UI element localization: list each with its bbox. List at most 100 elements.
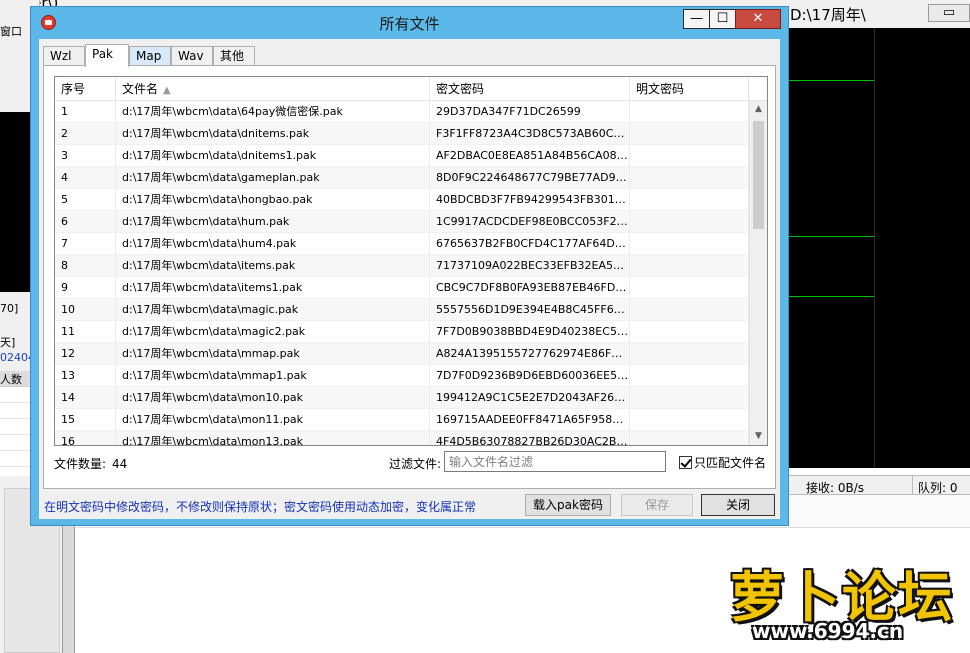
sort-ascending-icon: ▲ bbox=[163, 85, 171, 96]
table-row[interactable]: 3 d:\17周年\wbcm\data\dnitems1.pak AF2DBAC0E… bbox=[55, 145, 749, 167]
cell-plain-password[interactable] bbox=[630, 255, 749, 277]
cell-cipher-password: 199412A9C1C5E2E7D2043AF269D3... bbox=[430, 387, 630, 409]
background-label: 窗口 bbox=[0, 25, 22, 38]
cell-no: 15 bbox=[55, 409, 116, 431]
column-header-no[interactable]: 序号 bbox=[55, 77, 116, 101]
cell-plain-password[interactable] bbox=[630, 299, 749, 321]
cell-no: 6 bbox=[55, 211, 116, 233]
tab-pak[interactable]: Pak bbox=[85, 44, 129, 67]
cell-no: 12 bbox=[55, 343, 116, 365]
save-button[interactable]: 保存 bbox=[621, 494, 693, 516]
cell-cipher-password: 40BDCBD3F7FB94299543FB3016C6... bbox=[430, 189, 630, 211]
background-lower-scrollbar[interactable] bbox=[62, 520, 74, 653]
cell-filename: d:\17周年\wbcm\data\hum.pak bbox=[116, 211, 430, 233]
cell-plain-password[interactable] bbox=[630, 211, 749, 233]
background-label: 70] bbox=[0, 302, 19, 315]
filter-input[interactable] bbox=[444, 451, 666, 472]
status-separator bbox=[912, 476, 913, 496]
table-row[interactable]: 10 d:\17周年\wbcm\data\magic.pak 5557556D1D9… bbox=[55, 299, 749, 321]
cell-plain-password[interactable] bbox=[630, 145, 749, 167]
cell-plain-password[interactable] bbox=[630, 365, 749, 387]
table-row[interactable]: 2 d:\17周年\wbcm\data\dnitems.pak F3F1FF8723… bbox=[55, 123, 749, 145]
cell-no: 2 bbox=[55, 123, 116, 145]
file-list-rows: 1 d:\17周年\wbcm\data\64pay微信密保.pak 29D37DA3… bbox=[55, 101, 749, 445]
scroll-thumb[interactable] bbox=[753, 121, 764, 229]
cell-plain-password[interactable] bbox=[630, 431, 749, 445]
tab-wav[interactable]: Wav bbox=[171, 46, 213, 66]
cell-filename: d:\17周年\wbcm\data\magic2.pak bbox=[116, 321, 430, 343]
load-pak-password-button[interactable]: 载入pak密码 bbox=[525, 494, 611, 516]
scroll-down-icon[interactable]: ▼ bbox=[750, 428, 767, 445]
match-filename-checkbox[interactable]: 只匹配文件名 bbox=[679, 454, 766, 471]
tab-wzl[interactable]: Wzl bbox=[43, 46, 85, 66]
cell-plain-password[interactable] bbox=[630, 123, 749, 145]
column-header-filename-label: 文件名 bbox=[122, 82, 159, 96]
hint-text: 在明文密码中修改密码，不修改则保持原状；密文密码使用动态加密，变化属正常 bbox=[44, 500, 477, 514]
watermark-url: www.6994.cn bbox=[752, 619, 904, 643]
file-list-header: 序号 文件名 ▲ 密文密码 明文密码 bbox=[55, 77, 767, 101]
table-row[interactable]: 14 d:\17周年\wbcm\data\mon10.pak 199412A9C1C… bbox=[55, 387, 749, 409]
graph-line bbox=[788, 80, 874, 81]
cell-cipher-password: 7F7D0B9038BBD4E9D40238EC53CD... bbox=[430, 321, 630, 343]
cell-filename: d:\17周年\wbcm\data\mon10.pak bbox=[116, 387, 430, 409]
cell-cipher-password: 4F4D5B63078827BB26D30AC2B8A0... bbox=[430, 431, 630, 445]
cell-plain-password[interactable] bbox=[630, 233, 749, 255]
cell-cipher-password: 6765637B2FB0CFD4C177AF64DA45... bbox=[430, 233, 630, 255]
cell-cipher-password: AF2DBAC0E8EA851A84B56CA086F... bbox=[430, 145, 630, 167]
cell-plain-password[interactable] bbox=[630, 189, 749, 211]
cell-plain-password[interactable] bbox=[630, 321, 749, 343]
close-button[interactable]: 关闭 bbox=[701, 494, 775, 516]
cell-filename: d:\17周年\wbcm\data\magic.pak bbox=[116, 299, 430, 321]
table-row[interactable]: 8 d:\17周年\wbcm\data\items.pak 71737109A022… bbox=[55, 255, 749, 277]
tab-other[interactable]: 其他 bbox=[213, 46, 255, 66]
column-header-plain[interactable]: 明文密码 bbox=[630, 77, 749, 101]
tab-map[interactable]: Map bbox=[129, 46, 171, 66]
table-row[interactable]: 13 d:\17周年\wbcm\data\mmap1.pak 7D7F0D9236B… bbox=[55, 365, 749, 387]
table-row[interactable]: 16 d:\17周年\wbcm\data\mon13.pak 4F4D5B63078… bbox=[55, 431, 749, 445]
status-recv: 接收: 0B/s bbox=[806, 481, 865, 495]
column-header-cipher[interactable]: 密文密码 bbox=[430, 77, 630, 101]
file-list-scrollbar[interactable]: ▲ ▼ bbox=[749, 101, 767, 445]
column-header-filename[interactable]: 文件名 ▲ bbox=[116, 77, 430, 101]
background-right-title: D:\17周年\ ▭ bbox=[788, 4, 970, 28]
cell-cipher-password: CBC9C7DF8B0FA93EB87EB46FD54E... bbox=[430, 277, 630, 299]
table-row[interactable]: 1 d:\17周年\wbcm\data\64pay微信密保.pak 29D37DA3… bbox=[55, 101, 749, 123]
background-bar bbox=[788, 495, 970, 527]
table-row[interactable]: 15 d:\17周年\wbcm\data\mon11.pak 169715AADEE… bbox=[55, 409, 749, 431]
cell-filename: d:\17周年\wbcm\data\mon11.pak bbox=[116, 409, 430, 431]
cell-filename: d:\17周年\wbcm\data\64pay微信密保.pak bbox=[116, 101, 430, 123]
tab-panel-pak: 序号 文件名 ▲ 密文密码 明文密码 1 d:\17周年\wbcm\data\64p… bbox=[43, 65, 776, 489]
close-window-button[interactable]: ✕ bbox=[735, 9, 781, 29]
background-maximize-button[interactable]: ▭ bbox=[928, 4, 970, 22]
cell-plain-password[interactable] bbox=[630, 167, 749, 189]
background-label: 天] bbox=[0, 336, 16, 349]
table-row[interactable]: 11 d:\17周年\wbcm\data\magic2.pak 7F7D0B9038… bbox=[55, 321, 749, 343]
scroll-up-icon[interactable]: ▲ bbox=[750, 101, 767, 118]
file-list[interactable]: 序号 文件名 ▲ 密文密码 明文密码 1 d:\17周年\wbcm\data\64p… bbox=[54, 76, 768, 446]
maximize-button[interactable]: ☐ bbox=[709, 9, 736, 29]
graph-line bbox=[788, 236, 874, 237]
cell-filename: d:\17周年\wbcm\data\gameplan.pak bbox=[116, 167, 430, 189]
all-files-dialog: 所有文件 — ☐ ✕ Wzl Pak Map Wav 其他 序号 文件名 ▲ 密文… bbox=[30, 6, 789, 526]
cell-filename: d:\17周年\wbcm\data\items.pak bbox=[116, 255, 430, 277]
dialog-titlebar[interactable]: 所有文件 — ☐ ✕ bbox=[31, 7, 788, 39]
minimize-button[interactable]: — bbox=[683, 9, 710, 29]
cell-cipher-password: 8D0F9C224648677C79BE77AD938D... bbox=[430, 167, 630, 189]
cell-no: 13 bbox=[55, 365, 116, 387]
table-row[interactable]: 6 d:\17周年\wbcm\data\hum.pak 1C9917ACDCDEF9… bbox=[55, 211, 749, 233]
cell-plain-password[interactable] bbox=[630, 101, 749, 123]
cell-plain-password[interactable] bbox=[630, 343, 749, 365]
cell-plain-password[interactable] bbox=[630, 387, 749, 409]
table-row[interactable]: 9 d:\17周年\wbcm\data\items1.pak CBC9C7DF8B0… bbox=[55, 277, 749, 299]
watermark-logo: 萝卜论坛 www.6994.cn bbox=[724, 553, 964, 649]
cell-plain-password[interactable] bbox=[630, 409, 749, 431]
cell-filename: d:\17周年\wbcm\data\mmap1.pak bbox=[116, 365, 430, 387]
cell-plain-password[interactable] bbox=[630, 277, 749, 299]
cell-no: 5 bbox=[55, 189, 116, 211]
match-filename-label: 只匹配文件名 bbox=[694, 456, 767, 470]
table-row[interactable]: 7 d:\17周年\wbcm\data\hum4.pak 6765637B2FB0C… bbox=[55, 233, 749, 255]
checkbox-checked-icon[interactable] bbox=[679, 456, 692, 469]
table-row[interactable]: 4 d:\17周年\wbcm\data\gameplan.pak 8D0F9C224… bbox=[55, 167, 749, 189]
table-row[interactable]: 5 d:\17周年\wbcm\data\hongbao.pak 40BDCBD3F7… bbox=[55, 189, 749, 211]
table-row[interactable]: 12 d:\17周年\wbcm\data\mmap.pak A824A1395155… bbox=[55, 343, 749, 365]
